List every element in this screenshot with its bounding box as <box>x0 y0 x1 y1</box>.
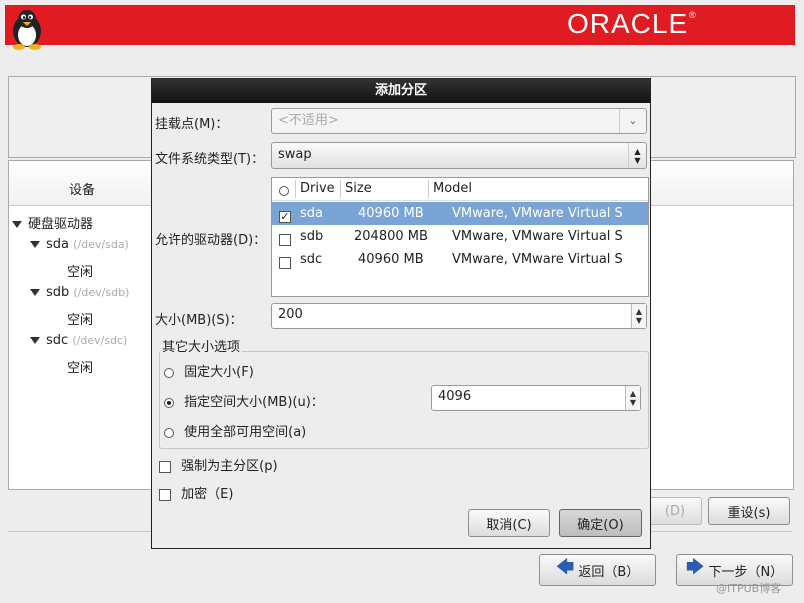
size-spinbox[interactable]: 200 ▲ ▼ <box>271 303 647 329</box>
mount-point-label: 挂载点(M)： <box>155 117 229 132</box>
column-divider <box>295 180 296 198</box>
size-label: 大小(MB)(S)： <box>155 313 243 328</box>
fill-all-radio[interactable] <box>164 427 174 438</box>
dialog-title: 添加分区 <box>152 79 650 103</box>
other-size-options-title: 其它大小选项 <box>160 336 243 355</box>
tree-sdc-free[interactable]: 空闲 <box>67 357 93 376</box>
drive-row-sdb[interactable]: sdb 204800 MB VMware, VMware Virtual S <box>272 225 648 248</box>
drives-label: 允许的驱动器(D)： <box>155 233 267 248</box>
tree-label: 硬盘驱动器 <box>28 217 94 232</box>
trademark-mark: ® <box>689 10 697 20</box>
column-divider <box>340 180 341 198</box>
column-divider <box>428 180 429 198</box>
size-value: 200 <box>278 307 303 322</box>
fixed-size-option[interactable]: 固定大小(F) <box>164 361 254 380</box>
tree-sdc[interactable]: sdc (/dev/sdc) <box>30 333 127 348</box>
tree-label: sda <box>46 237 69 252</box>
drive-name: sda <box>300 206 323 221</box>
next-label: 下一步（N） <box>708 564 784 580</box>
drive-model: VMware, VMware Virtual S <box>452 229 623 244</box>
tree-label: 空闲 <box>67 313 94 328</box>
oracle-logo: ORACLE® <box>567 8 697 40</box>
reset-button[interactable]: 重设(s) <box>708 497 790 525</box>
encrypt-checkbox[interactable] <box>159 488 171 501</box>
drives-table[interactable]: Drive Size Model ✓ sda 40960 MB VMware, … <box>271 177 649 297</box>
drive-name: sdc <box>300 252 323 267</box>
fixed-size-label: 固定大小(F) <box>184 365 254 380</box>
back-arrow-icon: 🡄 <box>555 557 575 578</box>
oracle-wordmark: ORACLE <box>567 8 689 39</box>
tree-label: 空闲 <box>67 265 94 280</box>
drive-size: 40960 MB <box>358 252 424 267</box>
expander-icon[interactable] <box>30 289 40 296</box>
tux-logo-icon <box>13 10 41 50</box>
tree-sda-free[interactable]: 空闲 <box>67 261 93 280</box>
encrypt-label: 加密（E) <box>181 487 234 502</box>
delete-button[interactable]: (D) <box>648 497 702 525</box>
tree-sdb[interactable]: sdb (/dev/sdb) <box>30 285 129 300</box>
fill-all-label: 使用全部可用空间(a) <box>184 425 307 440</box>
expander-icon[interactable] <box>30 337 40 344</box>
upto-size-value: 4096 <box>438 389 472 404</box>
force-primary-option[interactable]: 强制为主分区(p) <box>159 455 278 474</box>
drive-row-sda[interactable]: ✓ sda 40960 MB VMware, VMware Virtual S <box>272 202 648 225</box>
device-path: (/dev/sdc) <box>72 334 128 347</box>
drive-row-sdc[interactable]: sdc 40960 MB VMware, VMware Virtual S <box>272 248 648 271</box>
tree-label: 空闲 <box>67 361 94 376</box>
col-size[interactable]: Size <box>345 181 372 196</box>
add-partition-dialog: 添加分区 挂载点(M)： <不适用> ⌄ 文件系统类型(T)： swap ▲ ▼ … <box>151 78 651 549</box>
force-primary-checkbox[interactable] <box>159 460 171 473</box>
spin-updown-icon[interactable]: ▲ ▼ <box>631 304 646 328</box>
drive-model: VMware, VMware Virtual S <box>452 252 623 267</box>
fs-type-label: 文件系统类型(T)： <box>155 152 265 167</box>
back-label: 返回（B） <box>578 564 640 580</box>
drive-model: VMware, VMware Virtual S <box>452 206 623 221</box>
upto-size-radio[interactable] <box>164 397 174 408</box>
col-model[interactable]: Model <box>433 181 472 196</box>
tree-sda[interactable]: sda (/dev/sda) <box>30 237 129 252</box>
device-column-header[interactable]: 设备 <box>69 179 95 198</box>
drive-size: 40960 MB <box>358 206 424 221</box>
expander-icon[interactable] <box>30 241 40 248</box>
drive-size: 204800 MB <box>354 229 428 244</box>
tree-hard-drives[interactable]: 硬盘驱动器 <box>12 213 93 232</box>
drive-name: sdb <box>300 229 324 244</box>
drives-table-header: Drive Size Model <box>272 178 648 201</box>
upto-size-label: 指定空间大小(MB)(u)： <box>184 395 324 410</box>
encrypt-option[interactable]: 加密（E) <box>159 483 233 502</box>
tree-label: sdb <box>46 285 70 300</box>
device-path: (/dev/sda) <box>73 238 129 251</box>
fs-type-combo[interactable]: swap ▲ ▼ <box>271 142 647 169</box>
device-path: (/dev/sdb) <box>73 286 130 299</box>
mount-point-value: <不适用> <box>278 113 339 128</box>
upto-size-option[interactable]: 指定空间大小(MB)(u)： <box>164 391 324 410</box>
chevron-down-icon: ⌄ <box>619 109 646 133</box>
col-drive[interactable]: Drive <box>300 181 335 196</box>
fixed-size-radio[interactable] <box>164 367 174 378</box>
fill-all-option[interactable]: 使用全部可用空间(a) <box>164 421 306 440</box>
mount-point-combo[interactable]: <不适用> ⌄ <box>271 108 647 134</box>
force-primary-label: 强制为主分区(p) <box>181 459 278 474</box>
combo-updown-icon: ▲ ▼ <box>628 143 646 168</box>
watermark: @ITPUB博客 <box>716 582 782 595</box>
expander-icon[interactable] <box>12 221 22 228</box>
cancel-button[interactable]: 取消(C) <box>468 509 550 537</box>
ok-button[interactable]: 确定(O) <box>559 509 642 537</box>
tree-sdb-free[interactable]: 空闲 <box>67 309 93 328</box>
upto-size-spinbox[interactable]: 4096 ▲ ▼ <box>431 385 641 411</box>
spin-updown-icon[interactable]: ▲ ▼ <box>625 386 640 410</box>
tree-label: sdc <box>46 333 69 348</box>
next-arrow-icon: 🡆 <box>685 557 705 578</box>
back-button[interactable]: 🡄 返回（B） <box>539 554 656 586</box>
fs-type-value: swap <box>278 147 312 162</box>
